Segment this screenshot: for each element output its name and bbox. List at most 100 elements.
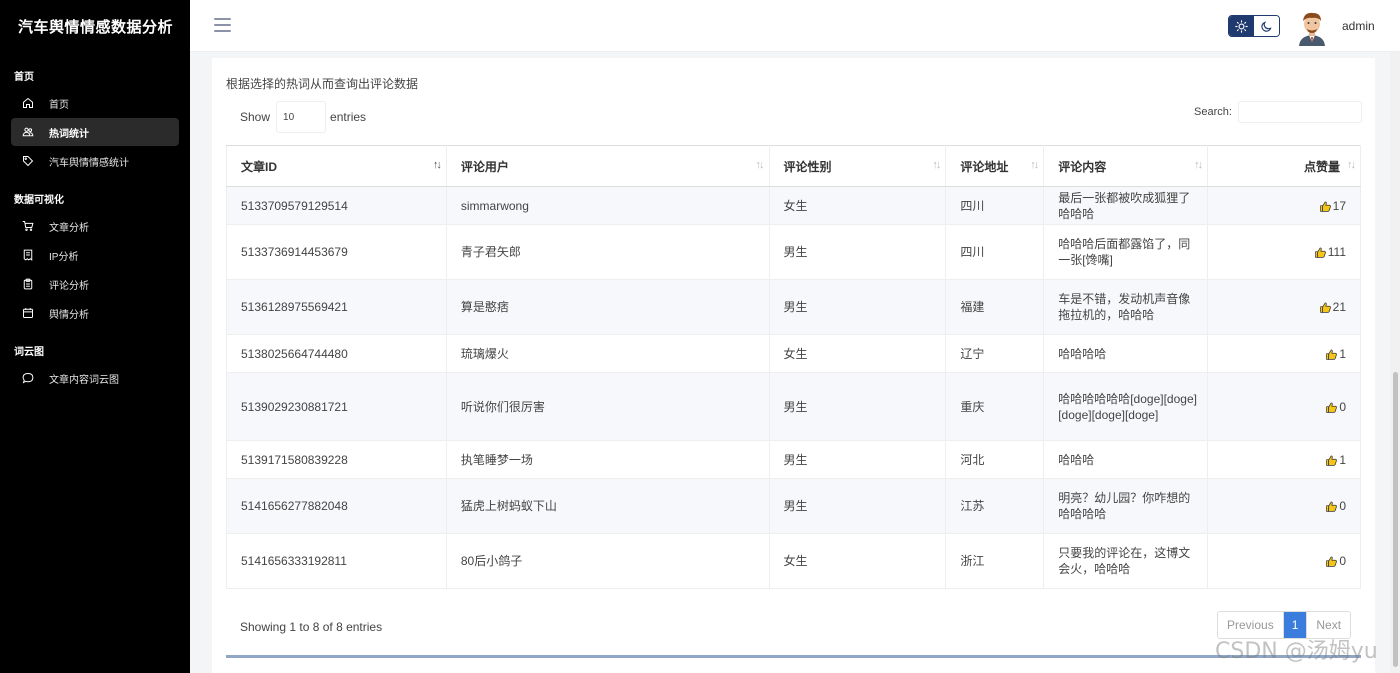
id-cell: 5133736914453679 <box>226 224 447 280</box>
receipt-icon <box>22 249 34 261</box>
theme-toggle[interactable] <box>1228 15 1280 37</box>
entries-per-page-select[interactable]: 10 <box>276 101 327 133</box>
likes-value: 17 <box>1332 198 1346 213</box>
cart-icon <box>22 220 34 232</box>
gender-cell: 女生 <box>769 334 947 373</box>
likes-value: 0 <box>1339 399 1346 414</box>
address-cell: 河北 <box>945 440 1045 479</box>
table-row: 5133736914453679 青子君矢郎 男生 四川 哈哈哈后面都露馅了，同一张[馋… <box>226 224 1361 280</box>
column-header-likes[interactable]: 点赞量 ↑↓ <box>1207 145 1361 187</box>
sidebar-item-label: 文章分析 <box>49 222 89 234</box>
brand-title: 汽车舆情情感数据分析 <box>18 18 174 36</box>
gender-cell: 男生 <box>769 279 947 335</box>
column-header-gender[interactable]: 评论性别 ↑↓ <box>769 145 947 187</box>
sidebar-item[interactable]: 文章内容词云图 <box>11 364 179 392</box>
column-header-article-id[interactable]: 文章ID ↑↓ <box>226 145 447 187</box>
thumbs-up-icon <box>1319 200 1332 213</box>
sidebar-item[interactable]: 评论分析 <box>11 270 179 298</box>
content-cell: 哈哈哈后面都露馅了，同一张[馋嘴] <box>1043 224 1209 280</box>
table-row: 5138025664744480 琉璃爆火 女生 辽宁 哈哈哈哈 1 <box>226 334 1361 373</box>
comments-table: 文章ID ↑↓ 评论用户 ↑↓ 评论性别 ↑↓ 评论地址 ↑↓ 评论内容 ↑↓ 点赞量 ↑↓… <box>226 145 1361 589</box>
content-cell: 最后一张都被吹成狐狸了哈哈哈 <box>1043 186 1209 225</box>
sort-icon: ↑↓ <box>932 159 941 171</box>
column-header-content[interactable]: 评论内容 ↑↓ <box>1043 145 1209 187</box>
likes-cell: 1 <box>1207 334 1361 373</box>
show-label: Show <box>240 110 271 124</box>
likes-cell: 111 <box>1207 224 1361 280</box>
user-cell: 琉璃爆火 <box>446 334 770 373</box>
sort-icon: ↑↓ <box>1347 159 1356 171</box>
table-header-row: 文章ID ↑↓ 评论用户 ↑↓ 评论性别 ↑↓ 评论地址 ↑↓ 评论内容 ↑↓ 点赞量 ↑↓ <box>226 145 1361 187</box>
thumbs-up-icon <box>1325 555 1338 568</box>
sidebar-item[interactable]: 热词统计 <box>11 118 179 146</box>
user-cell: 80后小鸽子 <box>446 533 770 589</box>
thumbs-up-icon <box>1325 348 1338 361</box>
users-icon <box>22 126 34 138</box>
table-body: 5133709579129514 simmarwong 女生 四川 最后一张都被吹成狐狸… <box>226 186 1361 589</box>
sidebar-item-label: 热词统计 <box>49 128 89 140</box>
gender-cell: 女生 <box>769 186 947 225</box>
table-row: 5133709579129514 simmarwong 女生 四川 最后一张都被吹成狐狸… <box>226 186 1361 225</box>
sidebar-item[interactable]: IP分析 <box>11 241 179 269</box>
gender-cell: 男生 <box>769 440 947 479</box>
id-cell: 5136128975569421 <box>226 279 447 335</box>
sidebar-item[interactable]: 汽车舆情情感统计 <box>11 147 179 175</box>
showing-entries-info: Showing 1 to 8 of 8 entries <box>240 620 383 634</box>
content-cell: 明亮？幼儿园？你咋想的哈哈哈哈 <box>1043 478 1209 534</box>
content-cell: 车是不错，发动机声音像拖拉机的，哈哈哈 <box>1043 279 1209 335</box>
vertical-scrollbar-thumb[interactable] <box>1393 372 1398 667</box>
top-bar: admin <box>190 0 1400 52</box>
table-row: 5139029230881721 听说你们很厉害 男生 重庆 哈哈哈哈哈哈[doge][… <box>226 372 1361 441</box>
sort-icon: ↑↓ <box>1194 159 1203 171</box>
user-cell: 算是憨痞 <box>446 279 770 335</box>
entries-label: entries <box>330 110 367 124</box>
gender-cell: 男生 <box>769 478 947 534</box>
column-header-address[interactable]: 评论地址 ↑↓ <box>945 145 1045 187</box>
sidebar-item-label: 评论分析 <box>49 280 89 292</box>
dark-mode-button[interactable] <box>1254 16 1279 36</box>
likes-cell: 1 <box>1207 440 1361 479</box>
thumbs-up-icon <box>1314 246 1327 259</box>
sidebar-section-title: 首页 <box>14 72 34 83</box>
likes-cell: 21 <box>1207 279 1361 335</box>
likes-cell: 0 <box>1207 533 1361 589</box>
table-row: 5141656277882048 猛虎上树蚂蚁下山 男生 江苏 明亮？幼儿园？你咋想的哈… <box>226 478 1361 534</box>
address-cell: 四川 <box>945 224 1045 280</box>
gender-cell: 女生 <box>769 533 947 589</box>
sidebar-item-label: 首页 <box>49 99 69 111</box>
content-cell: 哈哈哈 <box>1043 440 1209 479</box>
likes-value: 21 <box>1332 300 1346 314</box>
light-mode-button[interactable] <box>1229 16 1254 36</box>
table-row: 5141656333192811 80后小鸽子 女生 浙江 只要我的评论在，这博文会火，… <box>226 533 1361 589</box>
user-cell: 青子君矢郎 <box>446 224 770 280</box>
likes-cell: 17 <box>1207 186 1361 225</box>
username[interactable]: admin <box>1342 19 1375 33</box>
search-input[interactable] <box>1237 101 1362 123</box>
horizontal-scrollbar[interactable] <box>226 655 1361 658</box>
sun-icon <box>1235 19 1248 33</box>
content-cell: 只要我的评论在，这博文会火，哈哈哈 <box>1043 533 1209 589</box>
sidebar-section-title: 数据可视化 <box>14 195 64 206</box>
address-cell: 重庆 <box>945 372 1045 441</box>
tag-icon <box>22 155 34 167</box>
table-row: 5136128975569421 算是憨痞 男生 福建 车是不错，发动机声音像拖拉机的，… <box>226 279 1361 335</box>
sidebar-item[interactable]: 首页 <box>11 89 179 117</box>
sidebar-nav: 首页 首页 热词统计 汽车舆情情感统计 数据可视化 文章分析 IP分析 评论分析 舆情分析 词云图… <box>0 68 190 392</box>
sidebar-item-label: 舆情分析 <box>49 309 89 321</box>
sort-icon: ↑↓ <box>1030 159 1039 171</box>
id-cell: 5139029230881721 <box>226 372 447 441</box>
address-cell: 辽宁 <box>945 334 1045 373</box>
sidebar-section-title: 词云图 <box>14 347 44 358</box>
user-cell: simmarwong <box>446 186 770 225</box>
id-cell: 5141656277882048 <box>226 478 447 534</box>
id-cell: 5139171580839228 <box>226 440 447 479</box>
likes-value: 1 <box>1339 346 1346 361</box>
avatar[interactable] <box>1296 10 1328 46</box>
hamburger-menu-icon[interactable] <box>214 18 231 32</box>
comment-icon <box>22 372 34 384</box>
column-header-user[interactable]: 评论用户 ↑↓ <box>446 145 770 187</box>
sidebar-item[interactable]: 舆情分析 <box>11 299 179 327</box>
thumbs-up-icon <box>1325 454 1338 467</box>
sidebar-item[interactable]: 文章分析 <box>11 212 179 240</box>
address-cell: 四川 <box>945 186 1045 225</box>
